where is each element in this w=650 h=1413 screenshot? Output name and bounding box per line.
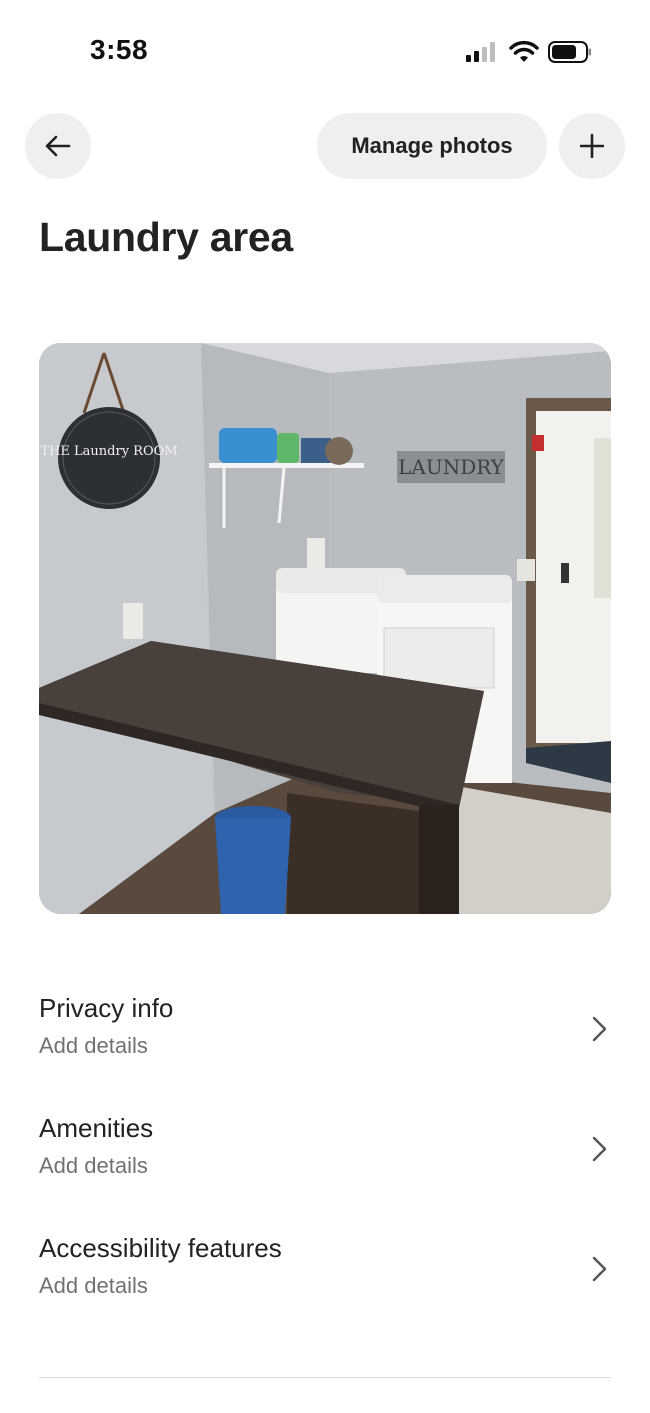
privacy-info-row[interactable]: Privacy info Add details — [39, 993, 611, 1093]
row-title: Privacy info — [39, 993, 174, 1023]
battery-icon — [548, 41, 591, 63]
sign-text: THE Laundry ROOM — [40, 444, 177, 459]
arrow-left-icon — [45, 135, 71, 157]
status-bar: 3:58 — [0, 0, 650, 104]
row-title: Amenities — [39, 1113, 154, 1143]
accessibility-features-row[interactable]: Accessibility features Add details — [39, 1233, 611, 1333]
laundry-room-illustration: THE Laundry ROOM LAUNDRY — [39, 343, 611, 914]
chevron-right-icon — [592, 1256, 607, 1282]
room-photo[interactable]: THE Laundry ROOM LAUNDRY — [39, 343, 611, 914]
chevron-right-icon — [592, 1136, 607, 1162]
back-button[interactable] — [25, 113, 91, 179]
wall-letters: LAUNDRY — [398, 455, 505, 479]
manage-photos-button[interactable]: Manage photos — [317, 113, 547, 179]
page-title: Laundry area — [39, 214, 293, 260]
add-photo-button[interactable] — [559, 113, 625, 179]
row-subtitle: Add details — [39, 1033, 148, 1058]
row-subtitle: Add details — [39, 1153, 148, 1178]
amenities-row[interactable]: Amenities Add details — [39, 1113, 611, 1213]
plus-icon — [580, 134, 604, 158]
row-subtitle: Add details — [39, 1273, 148, 1298]
chevron-right-icon — [592, 1016, 607, 1042]
status-time: 3:58 — [90, 34, 149, 65]
divider — [39, 1377, 611, 1378]
wifi-icon — [509, 40, 539, 62]
row-title: Accessibility features — [39, 1233, 282, 1263]
cellular-signal-icon — [466, 42, 495, 62]
